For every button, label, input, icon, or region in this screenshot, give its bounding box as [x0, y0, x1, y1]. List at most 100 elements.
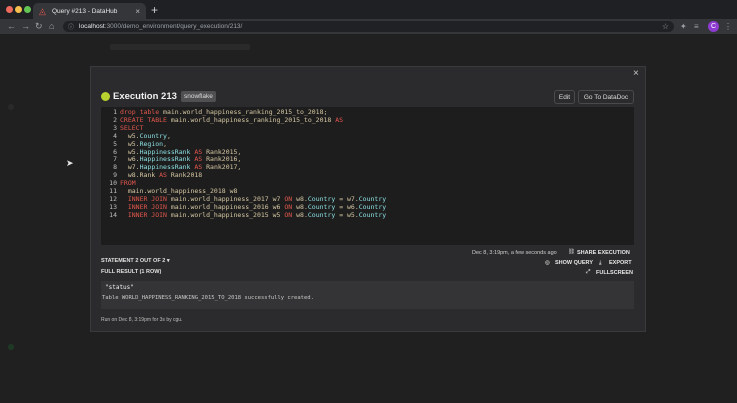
code-token: ON — [284, 210, 297, 219]
code-token: main.world_happiness_2018 w8 — [120, 187, 238, 196]
eye-icon: ◎ — [545, 260, 550, 266]
modal-close-icon[interactable]: × — [633, 68, 639, 79]
status-success-icon — [101, 92, 110, 101]
code-token: drop table — [120, 108, 164, 116]
execution-timestamp: Dec 8, 3:19pm, a few seconds ago — [472, 250, 557, 256]
code-line: 9 w8.Rank AS Rank2018 — [101, 171, 386, 180]
background-placeholder — [110, 44, 250, 50]
minimize-window-button[interactable] — [15, 6, 22, 13]
maximize-window-button[interactable] — [24, 6, 31, 13]
execution-title: Execution 213 — [113, 91, 177, 102]
table-row: Table WORLD_HAPPINESS_RANKING_2015_TO_20… — [102, 295, 314, 301]
code-token: Rank2018 — [170, 171, 203, 180]
browser-tab[interactable]: ◬ Query #213 - DataHub × — [33, 3, 146, 19]
code-token: AS — [194, 155, 207, 164]
fullscreen-button[interactable]: FULLSCREEN — [596, 270, 633, 276]
show-query-button[interactable]: SHOW QUERY — [555, 260, 593, 266]
code-token: INNER JOIN — [120, 194, 171, 203]
new-tab-button[interactable]: + — [151, 3, 158, 17]
code-token: w5. — [120, 139, 140, 148]
code-token: Country — [307, 194, 340, 203]
full-result-label: FULL RESULT (1 ROW) — [101, 269, 162, 275]
code-token: AS — [159, 171, 171, 180]
result-table: "status" Table WORLD_HAPPINESS_RANKING_2… — [101, 281, 634, 309]
download-icon: ⤓ — [599, 260, 602, 266]
forward-icon[interactable]: → — [21, 21, 30, 32]
code-token: INNER JOIN — [120, 202, 171, 211]
code-token: AS — [335, 115, 344, 124]
more-menu-icon[interactable]: ⋮ — [724, 21, 732, 32]
code-token: INNER JOIN — [120, 210, 171, 219]
code-token: w6. — [120, 155, 140, 164]
engine-badge: snowflake — [181, 91, 216, 102]
reload-icon[interactable]: ↻ — [35, 21, 43, 32]
code-token: AS — [194, 147, 207, 156]
bookmark-star-icon[interactable]: ☆ — [662, 21, 669, 32]
code-token: w5. — [120, 147, 140, 156]
tab-title: Query #213 - DataHub — [52, 7, 118, 15]
code-token: ON — [284, 194, 297, 203]
line-number: 8 — [113, 163, 117, 172]
url-input[interactable]: ⓘ localhost:3000/demo_environment/query_… — [63, 21, 674, 32]
statement-selector[interactable]: STATEMENT 2 OUT OF 2 ▾ — [101, 258, 170, 264]
menu-list-icon[interactable]: ≡ — [694, 21, 699, 32]
expand-icon: ⤢ — [586, 269, 591, 275]
code-line: 14 INNER JOIN main.world_happiness_2015 … — [101, 210, 387, 220]
caret-down-icon: ▾ — [166, 258, 170, 264]
code-token: main.world_happiness_2016 w6 — [170, 202, 285, 211]
tab-close-icon[interactable]: × — [135, 7, 140, 16]
line-number: 14 — [109, 210, 117, 219]
code-token: main.world_happiness_2015 w5 — [170, 210, 285, 219]
address-bar: ← → ↻ ⌂ ⓘ localhost:3000/demo_environmen… — [0, 19, 737, 34]
code-token: main.world_happiness_ranking_2015_to_201… — [163, 108, 328, 116]
code-token: w8. — [296, 194, 308, 203]
code-token: HappinessRank — [139, 163, 195, 172]
code-token: Country — [307, 210, 340, 219]
run-info: Run on Dec 8, 3:19pm for 3s by cgu. — [101, 317, 183, 323]
code-token: AS — [194, 163, 207, 172]
code-token: w8. — [296, 210, 308, 219]
link-icon: ⛓ — [568, 249, 575, 255]
code-token: Country — [358, 202, 387, 211]
result-column-header: "status" — [105, 284, 134, 291]
code-token: Rank2015, — [206, 147, 242, 156]
code-token: Rank2017, — [206, 163, 242, 172]
code-token: Country — [358, 210, 387, 219]
profile-avatar[interactable]: C — [708, 21, 719, 32]
line-number: 2 — [113, 115, 117, 124]
code-token: = w5. — [339, 210, 359, 219]
close-window-button[interactable] — [6, 6, 13, 13]
code-token: w8. — [296, 202, 308, 211]
code-token: HappinessRank — [139, 155, 195, 164]
code-token: main.world_happiness_2017 w7 — [170, 194, 285, 203]
go-to-datadoc-button[interactable]: Go To DataDoc — [578, 90, 634, 104]
line-number: 7 — [113, 155, 117, 164]
line-number: 5 — [113, 139, 117, 148]
url-host: localhost — [79, 23, 105, 30]
datahub-favicon-icon: ◬ — [39, 6, 46, 16]
code-token: w5. — [120, 131, 140, 140]
code-line: 2 CREATE TABLE main.world_happiness_ranki… — [101, 115, 386, 125]
code-token: , — [163, 139, 167, 148]
code-token: HappinessRank — [139, 147, 195, 156]
edit-button[interactable]: Edit — [554, 90, 575, 104]
code-token: = w7. — [339, 194, 359, 203]
background-sidebar-dot — [8, 344, 14, 350]
home-icon[interactable]: ⌂ — [49, 21, 54, 32]
export-button[interactable]: EXPORT — [609, 260, 632, 266]
share-execution-button[interactable]: SHARE EXECUTION — [577, 250, 630, 256]
extensions-icon[interactable]: ✦ — [680, 21, 687, 32]
code-token: , — [166, 131, 171, 140]
info-icon[interactable]: ⓘ — [68, 22, 74, 31]
line-number: 6 — [113, 147, 117, 156]
code-token: Rank2016, — [206, 155, 242, 164]
code-token: ON — [284, 202, 297, 211]
code-token: CREATE TABLE — [120, 115, 171, 124]
line-number: 1 — [113, 108, 117, 116]
code-token: = w6. — [339, 202, 359, 211]
back-icon[interactable]: ← — [7, 21, 16, 32]
query-code: 1 drop table main.world_happiness_ranking… — [101, 108, 387, 220]
code-token: w8.Rank — [120, 171, 160, 180]
code-token: main.world_happiness_ranking_2015_to_201… — [170, 115, 336, 124]
code-token: w7. — [120, 163, 140, 172]
